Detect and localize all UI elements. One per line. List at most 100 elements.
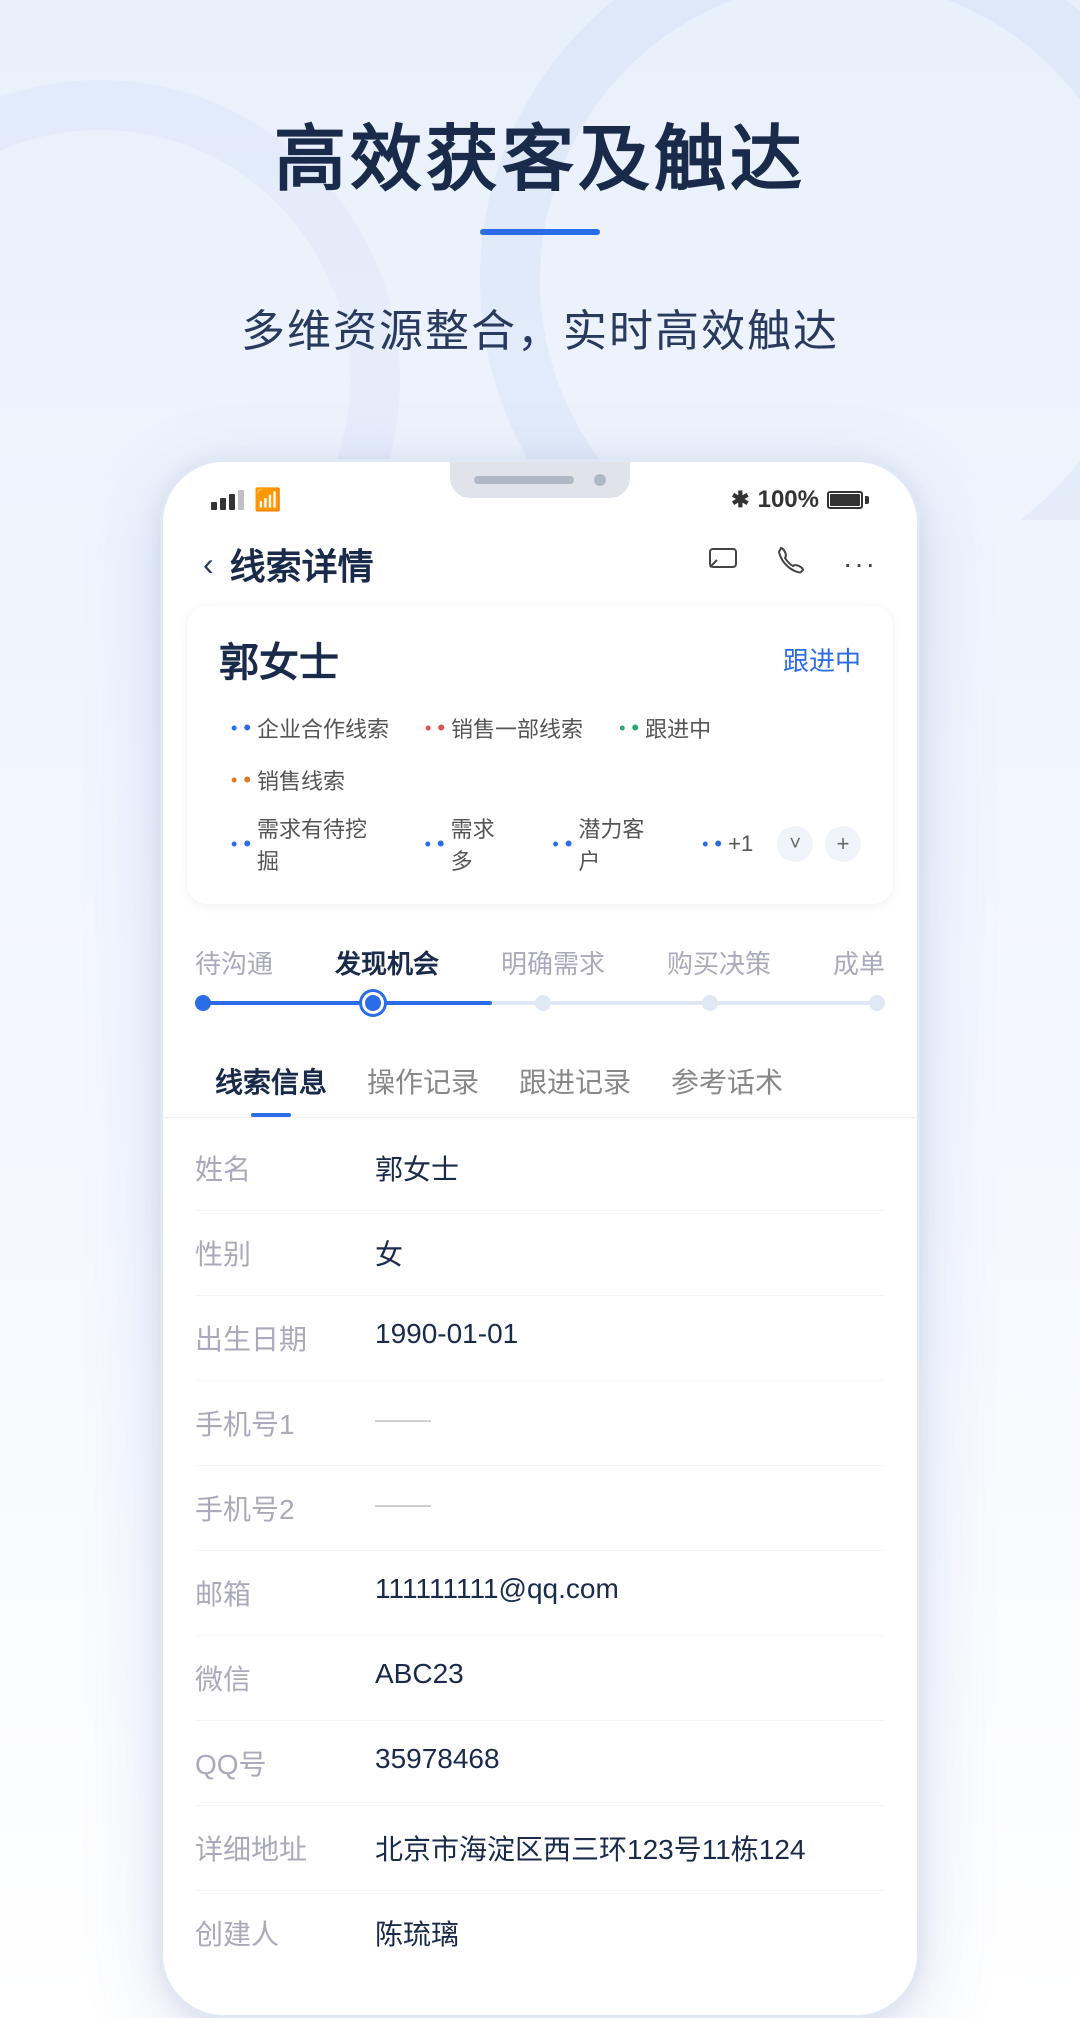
tab-operation[interactable]: 操作记录 bbox=[347, 1041, 499, 1117]
progress-dot-5 bbox=[869, 995, 885, 1011]
info-section: 姓名 郭女士 性别 女 出生日期 1990-01-01 手机号1 —— 手机号2 bbox=[163, 1118, 917, 2015]
value-dob: 1990-01-01 bbox=[375, 1318, 885, 1350]
notch bbox=[450, 462, 630, 498]
nav-title: 线索详情 bbox=[230, 538, 374, 590]
hero-subtitle: 多维资源整合，实时高效触达 bbox=[241, 295, 839, 359]
info-row-qq: QQ号 35978468 bbox=[195, 1721, 885, 1806]
tag-expand-button[interactable]: ˅ bbox=[777, 826, 813, 862]
battery-tip bbox=[865, 496, 869, 504]
status-right: ✱ 100% bbox=[731, 486, 869, 514]
info-row-dob: 出生日期 1990-01-01 bbox=[195, 1296, 885, 1381]
progress-dot-3 bbox=[535, 995, 551, 1011]
info-row-phone2: 手机号2 —— bbox=[195, 1466, 885, 1551]
label-email: 邮箱 bbox=[195, 1573, 375, 1613]
tab-info[interactable]: 线索信息 bbox=[195, 1041, 347, 1117]
progress-dot-2 bbox=[362, 992, 384, 1014]
steps-section: 待沟通 发现机会 明确需求 购买决策 成单 bbox=[163, 920, 917, 1041]
battery-icon bbox=[827, 491, 869, 509]
tab-reference[interactable]: 参考话术 bbox=[651, 1041, 803, 1117]
tabs-section: 线索信息 操作记录 跟进记录 参考话术 bbox=[163, 1041, 917, 1118]
tag-3[interactable]: • 跟进中 bbox=[607, 708, 723, 748]
tags-row-2: • 需求有待挖掘 • 需求多 • 潜力客户 • +1 ˅ + bbox=[219, 808, 861, 880]
info-row-gender: 性别 女 bbox=[195, 1211, 885, 1296]
tag-6[interactable]: • 需求多 bbox=[413, 808, 529, 880]
tabs-row: 线索信息 操作记录 跟进记录 参考话术 bbox=[195, 1041, 885, 1117]
tags-row-1: • 企业合作线索 • 销售一部线索 • 跟进中 • 销售线索 bbox=[219, 708, 861, 800]
tag-4[interactable]: • 销售线索 bbox=[219, 760, 357, 800]
contact-status: 跟进中 bbox=[783, 641, 861, 678]
label-wechat: 微信 bbox=[195, 1658, 375, 1698]
signal-bar-4 bbox=[238, 490, 244, 510]
status-bar: 📶 ✱ 100% bbox=[163, 462, 917, 522]
progress-track bbox=[195, 997, 885, 1009]
nav-bar: ‹ 线索详情 ··· bbox=[163, 522, 917, 606]
signal-bar-3 bbox=[229, 494, 235, 510]
value-email: 111111111@qq.com bbox=[375, 1573, 885, 1605]
battery-fill bbox=[830, 494, 860, 506]
info-row-wechat: 微信 ABC23 bbox=[195, 1636, 885, 1721]
battery-body bbox=[827, 491, 863, 509]
value-phone1: —— bbox=[375, 1403, 885, 1435]
info-row-address: 详细地址 北京市海淀区西三环123号11栋124 bbox=[195, 1806, 885, 1891]
label-address: 详细地址 bbox=[195, 1828, 375, 1868]
signal-bar-2 bbox=[220, 498, 226, 510]
notch-bar bbox=[474, 476, 574, 484]
label-phone1: 手机号1 bbox=[195, 1403, 375, 1443]
phone-mockup: 📶 ✱ 100% ‹ 线索详情 bbox=[160, 459, 920, 2018]
label-dob: 出生日期 bbox=[195, 1318, 375, 1358]
tag-2[interactable]: • 销售一部线索 bbox=[413, 708, 595, 748]
step-5-label[interactable]: 成单 bbox=[833, 944, 885, 981]
signal-icon bbox=[211, 490, 244, 510]
label-name: 姓名 bbox=[195, 1148, 375, 1188]
label-gender: 性别 bbox=[195, 1233, 375, 1273]
info-row-name: 姓名 郭女士 bbox=[195, 1126, 885, 1211]
notch-dot bbox=[594, 474, 606, 486]
value-name: 郭女士 bbox=[375, 1148, 885, 1188]
tag-more[interactable]: • +1 bbox=[690, 827, 765, 861]
step-1-label[interactable]: 待沟通 bbox=[195, 944, 273, 981]
step-3-label[interactable]: 明确需求 bbox=[501, 944, 605, 981]
tag-5[interactable]: • 需求有待挖掘 bbox=[219, 808, 401, 880]
info-row-email: 邮箱 111111111@qq.com bbox=[195, 1551, 885, 1636]
progress-dot-1 bbox=[195, 995, 211, 1011]
info-row-creator: 创建人 陈琉璃 bbox=[195, 1891, 885, 1975]
value-qq: 35978468 bbox=[375, 1743, 885, 1775]
back-icon: ‹ bbox=[203, 546, 214, 583]
contact-card: 郭女士 跟进中 • 企业合作线索 • 销售一部线索 • 跟进中 • 销售线索 bbox=[187, 606, 893, 904]
step-2-label[interactable]: 发现机会 bbox=[335, 944, 439, 981]
phone-mockup-wrapper: 📶 ✱ 100% ‹ 线索详情 bbox=[160, 459, 920, 2018]
steps-labels: 待沟通 发现机会 明确需求 购买决策 成单 bbox=[195, 944, 885, 981]
page-container: 高效获客及触达 多维资源整合，实时高效触达 📶 bbox=[0, 0, 1080, 2018]
progress-dot-4 bbox=[702, 995, 718, 1011]
signal-bar-1 bbox=[211, 502, 217, 510]
tab-followup[interactable]: 跟进记录 bbox=[499, 1041, 651, 1117]
value-gender: 女 bbox=[375, 1233, 885, 1273]
hero-underline bbox=[480, 229, 600, 235]
step-4-label[interactable]: 购买决策 bbox=[667, 944, 771, 981]
contact-name: 郭女士 bbox=[219, 630, 339, 688]
tag-add-button[interactable]: + bbox=[825, 826, 861, 862]
label-phone2: 手机号2 bbox=[195, 1488, 375, 1528]
progress-dots bbox=[195, 992, 885, 1014]
value-wechat: ABC23 bbox=[375, 1658, 885, 1690]
info-row-phone1: 手机号1 —— bbox=[195, 1381, 885, 1466]
bluetooth-icon: ✱ bbox=[731, 487, 749, 513]
nav-right: ··· bbox=[707, 544, 877, 584]
message-icon[interactable] bbox=[707, 544, 739, 584]
value-phone2: —— bbox=[375, 1488, 885, 1520]
label-creator: 创建人 bbox=[195, 1913, 375, 1953]
phone-icon[interactable] bbox=[775, 544, 807, 584]
wifi-icon: 📶 bbox=[254, 487, 281, 513]
contact-header: 郭女士 跟进中 bbox=[219, 630, 861, 688]
value-address: 北京市海淀区西三环123号11栋124 bbox=[375, 1828, 885, 1868]
tag-7[interactable]: • 潜力客户 bbox=[540, 808, 678, 880]
tag-1[interactable]: • 企业合作线索 bbox=[219, 708, 401, 748]
status-left: 📶 bbox=[211, 487, 281, 513]
nav-back[interactable]: ‹ 线索详情 bbox=[203, 538, 374, 590]
hero-section: 高效获客及触达 多维资源整合，实时高效触达 bbox=[241, 0, 839, 399]
value-creator: 陈琉璃 bbox=[375, 1913, 885, 1953]
battery-percent: 100% bbox=[758, 486, 819, 514]
label-qq: QQ号 bbox=[195, 1743, 375, 1783]
hero-title: 高效获客及触达 bbox=[241, 100, 839, 205]
more-icon[interactable]: ··· bbox=[843, 548, 877, 580]
